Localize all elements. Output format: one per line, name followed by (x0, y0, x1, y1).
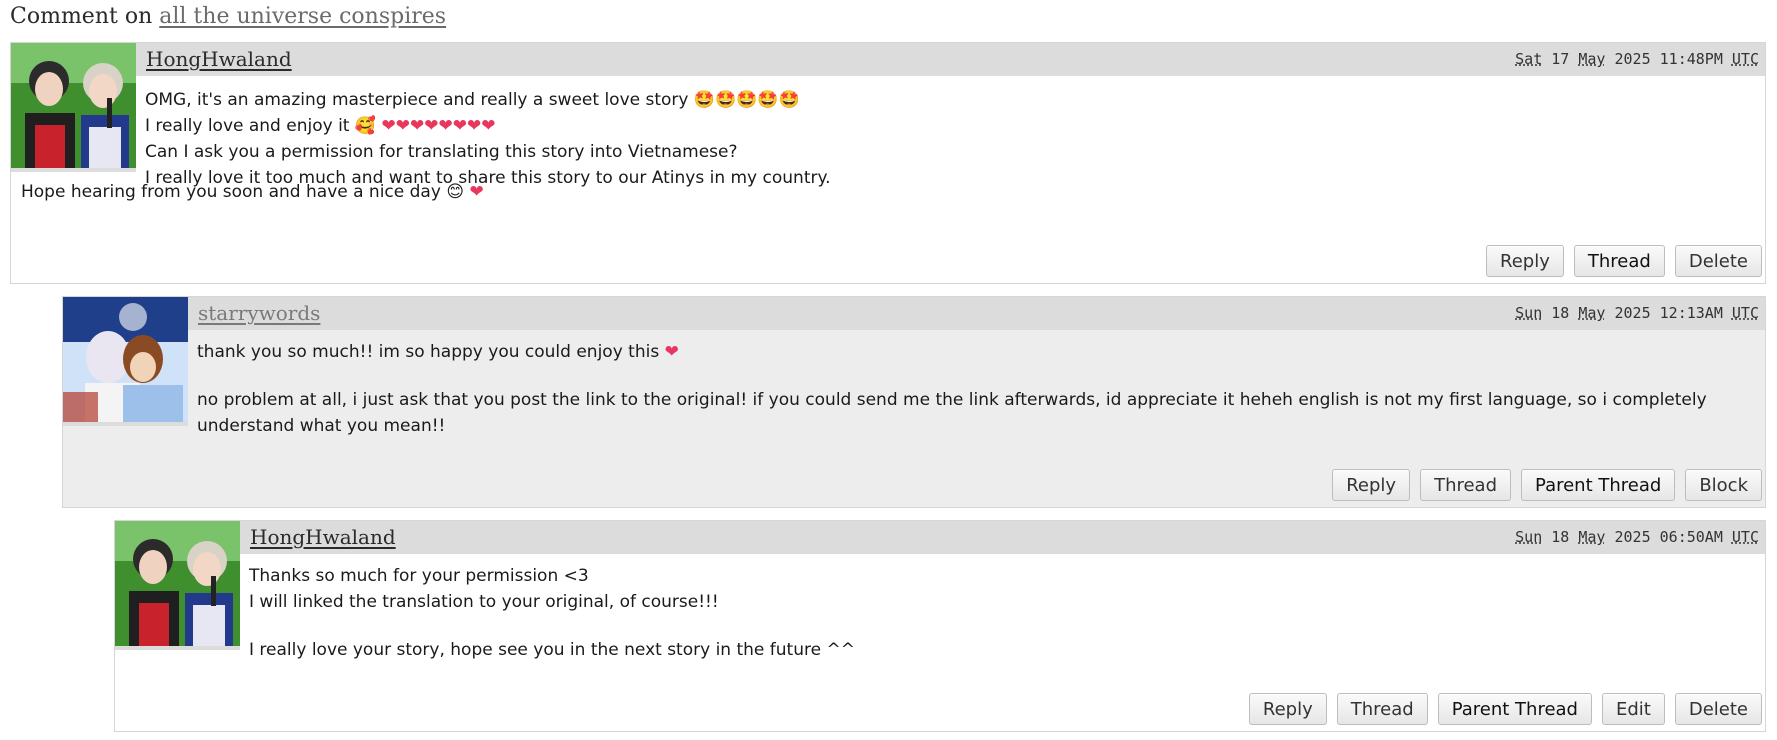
parent-thread-button[interactable]: Parent Thread (1437, 693, 1592, 725)
reply-button[interactable]: Reply (1486, 245, 1564, 277)
date-tz: UTC (1731, 528, 1759, 546)
heading-prefix: Comment on (10, 4, 153, 29)
reply-button[interactable]: Reply (1248, 693, 1327, 725)
comment-line: Can I ask you a permission for translati… (145, 142, 738, 162)
comment-actions: Reply Thread Delete (1486, 245, 1762, 277)
comment-line: no problem at all, i just ask that you p… (197, 390, 1707, 436)
comment-date: Sun 18 May 2025 12:13AM UTC (1515, 304, 1759, 322)
date-time: 11:48PM (1659, 50, 1723, 68)
date-month: May (1578, 50, 1606, 68)
date-day: 17 (1551, 50, 1570, 68)
comment-line: I will linked the translation to your or… (249, 592, 719, 612)
date-year: 2025 (1614, 50, 1651, 68)
date-time: 06:50AM (1659, 528, 1723, 546)
delete-button[interactable]: Delete (1674, 693, 1762, 725)
thread-button[interactable]: Thread (1573, 245, 1665, 277)
date-dow: Sat (1515, 50, 1543, 68)
thread-button[interactable]: Thread (1420, 469, 1512, 501)
date-year: 2025 (1614, 528, 1651, 546)
author-link[interactable]: HongHwaland (250, 525, 396, 549)
comment-line: I really love your story, hope see you i… (249, 640, 855, 660)
date-month: May (1578, 304, 1606, 322)
comment-line: Hope hearing from you soon and have a ni… (21, 182, 484, 202)
smile-emoji-icon: 😊 (446, 182, 465, 202)
comment-line: I really love and enjoy it 🥰 ❤❤❤❤❤❤❤❤ (145, 116, 496, 136)
star-eyes-emoji-icon: 🤩🤩🤩🤩🤩 (693, 90, 800, 110)
heart-emoji-icon: ❤ (664, 342, 679, 362)
date-tz: UTC (1731, 304, 1759, 322)
comment-actions: Reply Thread Parent Thread Block (1332, 469, 1762, 501)
date-dow: Sun (1515, 528, 1543, 546)
avatar[interactable] (11, 43, 136, 172)
comment-body: thank you so much!! im so happy you coul… (197, 339, 1751, 439)
kiss-emoji-icon: 🥰 (354, 116, 377, 136)
heart-emoji-icon: ❤ (469, 182, 484, 202)
comment-line: OMG, it's an amazing masterpiece and rea… (145, 90, 800, 110)
date-tz: UTC (1731, 50, 1759, 68)
page-heading: Comment on all the universe conspires (10, 4, 446, 29)
author-link[interactable]: HongHwaland (146, 47, 292, 71)
comment-line: thank you so much!! im so happy you coul… (197, 342, 679, 362)
comment-actions: Reply Thread Parent Thread Edit Delete (1248, 693, 1762, 725)
comment-body: OMG, it's an amazing masterpiece and rea… (145, 87, 1751, 191)
comment-header: starrywords Sun 18 May 2025 12:13AM UTC (188, 297, 1765, 330)
date-year: 2025 (1614, 304, 1651, 322)
comment-date: Sat 17 May 2025 11:48PM UTC (1515, 50, 1759, 68)
comment-header: HongHwaland Sat 17 May 2025 11:48PM UTC (136, 43, 1765, 76)
date-month: May (1578, 528, 1606, 546)
thread-button[interactable]: Thread (1336, 693, 1428, 725)
avatar[interactable] (115, 521, 240, 650)
heart-emoji-icon: ❤❤❤❤❤❤❤❤ (381, 116, 496, 136)
date-day: 18 (1551, 528, 1570, 546)
comment-date: Sun 18 May 2025 06:50AM UTC (1515, 528, 1759, 546)
parent-thread-button[interactable]: Parent Thread (1521, 469, 1676, 501)
edit-button[interactable]: Edit (1601, 693, 1665, 725)
work-title-link[interactable]: all the universe conspires (159, 4, 446, 29)
comment-header: HongHwaland Sun 18 May 2025 06:50AM UTC (240, 521, 1765, 554)
date-dow: Sun (1515, 304, 1543, 322)
delete-button[interactable]: Delete (1674, 245, 1762, 277)
comment-body: Thanks so much for your permission <3 I … (249, 563, 1751, 663)
author-link[interactable]: starrywords (198, 301, 320, 325)
block-button[interactable]: Block (1685, 469, 1762, 501)
comment: starrywords Sun 18 May 2025 12:13AM UTC … (62, 296, 1766, 508)
date-time: 12:13AM (1659, 304, 1723, 322)
comment-line: Thanks so much for your permission <3 (249, 566, 589, 586)
reply-button[interactable]: Reply (1332, 469, 1411, 501)
avatar[interactable] (63, 297, 188, 426)
date-day: 18 (1551, 304, 1570, 322)
comment: HongHwaland Sun 18 May 2025 06:50AM UTC … (114, 520, 1766, 732)
comment: HongHwaland Sat 17 May 2025 11:48PM UTC … (10, 42, 1766, 284)
